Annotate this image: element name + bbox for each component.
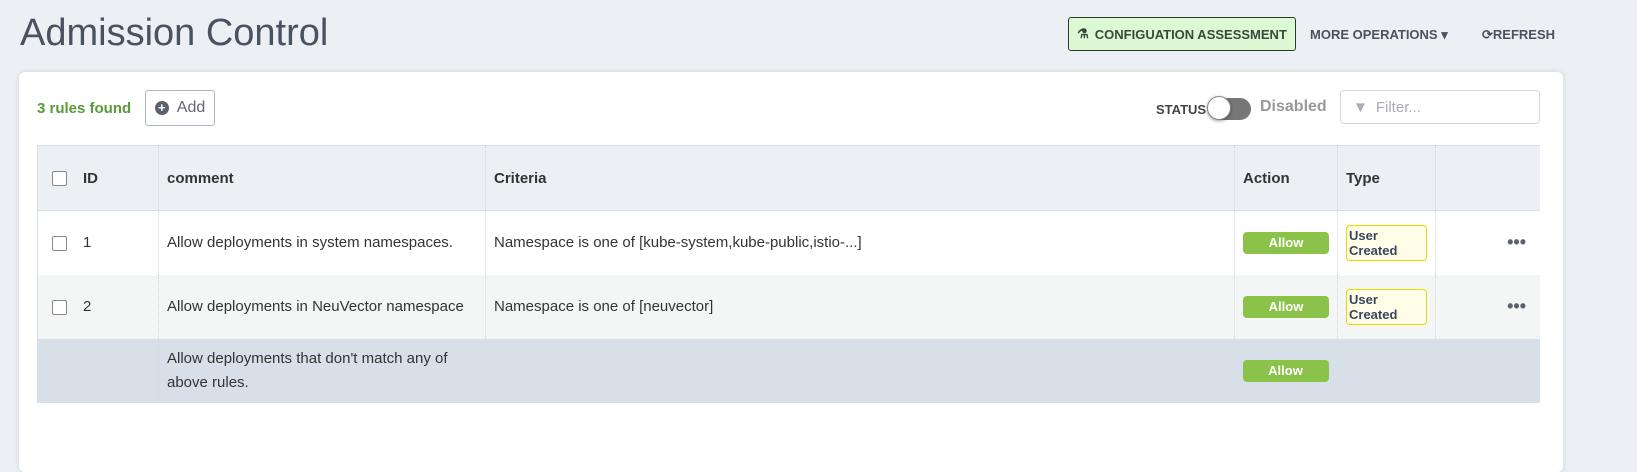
cell-type: User Created	[1337, 274, 1436, 339]
cell-id: 2	[37, 274, 159, 339]
cell-criteria: Namespace is one of [kube-system,kube-pu…	[485, 210, 1235, 275]
cell-id	[37, 338, 159, 403]
select-all-checkbox[interactable]	[52, 171, 67, 187]
more-operations-dropdown[interactable]: MORE OPERATIONS ▾	[1310, 27, 1448, 43]
add-button[interactable]: + Add	[145, 90, 215, 126]
cell-empty	[1436, 339, 1541, 403]
refresh-button[interactable]: ⟳REFRESH	[1482, 27, 1555, 43]
header-type[interactable]: Type	[1337, 145, 1436, 211]
column-id: ID	[83, 169, 98, 187]
table-row[interactable]: 2 Allow deployments in NeuVector namespa…	[37, 274, 1541, 339]
cell-action: Allow	[1234, 210, 1338, 275]
cell-comment: Allow deployments that don't match any o…	[167, 349, 448, 391]
header-id: ID	[37, 145, 159, 211]
header-criteria[interactable]: Criteria	[485, 145, 1235, 211]
refresh-icon: ⟳	[1482, 27, 1493, 42]
more-operations-label: MORE OPERATIONS	[1310, 27, 1438, 42]
rules-table: ID comment Criteria Action Type 1 Allow …	[37, 145, 1540, 403]
rules-panel: 3 rules found + Add STATUS Disabled ▼ Filt…	[19, 72, 1563, 472]
plus-circle-icon: +	[154, 101, 169, 115]
flask-icon: ⚗	[1077, 26, 1089, 41]
cell-criteria	[486, 339, 1235, 403]
rules-count: 3 rules found	[37, 100, 132, 117]
status-toggle[interactable]	[1207, 96, 1251, 120]
status-label: STATUS	[1156, 102, 1207, 117]
header-comment[interactable]: comment	[158, 145, 486, 211]
toggle-knob	[1207, 96, 1231, 120]
caret-down-icon: ▾	[1441, 27, 1448, 42]
page-title: Admission Control	[20, 12, 329, 54]
header-actions	[1436, 146, 1541, 211]
config-assessment-label: CONFIGUATION ASSESSMENT	[1094, 26, 1287, 42]
cell-action: Allow	[1234, 274, 1338, 339]
filter-placeholder: Filter...	[1375, 98, 1421, 116]
cell-comment: Allow deployments in NeuVector namespace	[158, 274, 486, 339]
status-value: Disabled	[1260, 98, 1327, 115]
add-label: Add	[176, 99, 206, 116]
table-row-default: Allow deployments that don't match any o…	[37, 338, 1541, 403]
cell-type	[1338, 339, 1436, 403]
action-badge: Allow	[1242, 359, 1329, 382]
configuration-assessment-button[interactable]: ⚗ CONFIGUATION ASSESSMENT	[1068, 17, 1296, 51]
row-checkbox[interactable]	[52, 299, 67, 315]
cell-criteria: Namespace is one of [neuvector]	[485, 274, 1235, 339]
action-badge: Allow	[1243, 231, 1329, 254]
filter-icon: ▼	[1353, 98, 1368, 116]
more-options-icon[interactable]: •••	[1436, 275, 1541, 339]
action-badge: Allow	[1243, 295, 1329, 318]
filter-input[interactable]: ▼ Filter...	[1340, 90, 1540, 124]
table-row[interactable]: 1 Allow deployments in system namespaces…	[37, 210, 1541, 275]
rule-id: 2	[83, 298, 92, 315]
rule-id: 1	[83, 234, 92, 252]
cell-id: 1	[37, 210, 159, 275]
cell-type: User Created	[1337, 210, 1436, 275]
row-checkbox[interactable]	[52, 235, 67, 251]
more-options-icon[interactable]: •••	[1436, 211, 1541, 275]
refresh-label: REFRESH	[1492, 27, 1556, 42]
cell-comment: Allow deployments in system namespaces.	[158, 210, 486, 275]
cell-action: Allow	[1235, 339, 1338, 403]
type-badge: User Created	[1346, 224, 1427, 261]
type-badge: User Created	[1346, 288, 1427, 325]
header-action[interactable]: Action	[1234, 145, 1338, 211]
